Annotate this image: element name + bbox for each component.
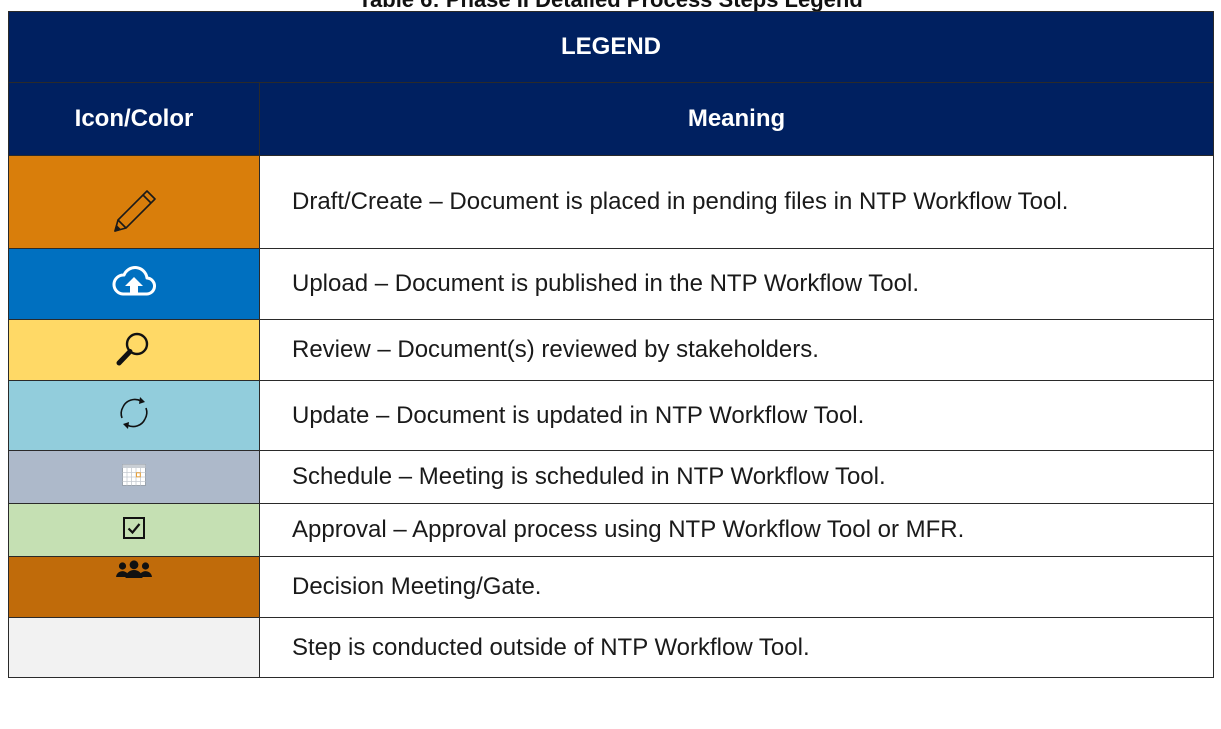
people-icon xyxy=(116,560,152,582)
pencil-icon xyxy=(109,187,159,237)
outside-color-cell xyxy=(8,617,260,678)
schedule-color-cell xyxy=(8,450,260,504)
update-color-cell xyxy=(8,380,260,451)
legend-table: LEGEND Icon/Color Meaning Draft/Create –… xyxy=(7,11,1215,678)
outside-meaning: Step is conducted outside of NTP Workflo… xyxy=(258,617,1215,678)
legend-row-update: Update – Document is updated in NTP Work… xyxy=(8,380,1215,451)
legend-row-review: Review – Document(s) reviewed by stakeho… xyxy=(8,319,1215,381)
review-meaning: Review – Document(s) reviewed by stakeho… xyxy=(258,319,1215,381)
magnifier-icon xyxy=(116,330,152,366)
legend-row-decision: Decision Meeting/Gate. xyxy=(8,556,1215,618)
update-meaning: Update – Document is updated in NTP Work… xyxy=(258,380,1215,451)
legend-title: LEGEND xyxy=(7,11,1215,83)
meaning-column-header: Meaning xyxy=(258,82,1215,156)
legend-title-row: LEGEND xyxy=(7,11,1215,83)
approval-meaning: Approval – Approval process using NTP Wo… xyxy=(258,503,1215,557)
legend-row-schedule: Schedule – Meeting is scheduled in NTP W… xyxy=(8,450,1215,504)
upload-color-cell xyxy=(8,248,260,320)
legend-row-outside: Step is conducted outside of NTP Workflo… xyxy=(8,617,1215,678)
approval-color-cell xyxy=(8,503,260,557)
legend-row-approval: Approval – Approval process using NTP Wo… xyxy=(8,503,1215,557)
legend-row-upload: Upload – Document is published in the NT… xyxy=(8,248,1215,320)
checkbox-icon xyxy=(122,516,146,540)
draft-meaning: Draft/Create – Document is placed in pen… xyxy=(258,155,1215,249)
icon-color-column-header: Icon/Color xyxy=(8,82,260,156)
draft-color-cell xyxy=(8,155,260,249)
decision-meaning: Decision Meeting/Gate. xyxy=(258,556,1215,618)
cloud-upload-icon xyxy=(112,265,156,299)
review-color-cell xyxy=(8,319,260,381)
legend-row-draft: Draft/Create – Document is placed in pen… xyxy=(8,155,1215,249)
column-header-row: Icon/Color Meaning xyxy=(8,82,1215,156)
refresh-icon xyxy=(116,395,152,431)
schedule-meaning: Schedule – Meeting is scheduled in NTP W… xyxy=(258,450,1215,504)
calendar-icon xyxy=(122,463,146,486)
decision-color-cell xyxy=(8,556,260,618)
upload-meaning: Upload – Document is published in the NT… xyxy=(258,248,1215,320)
